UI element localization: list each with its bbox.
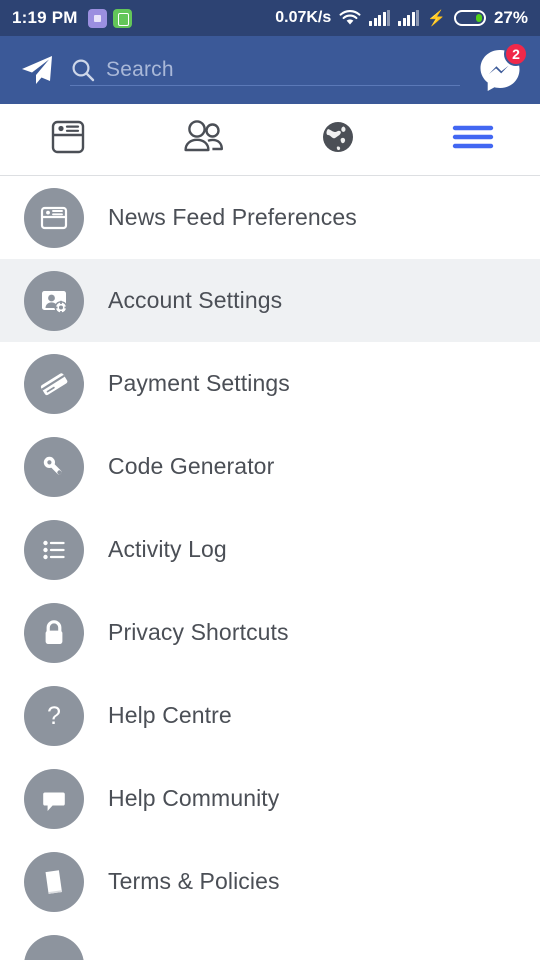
menu-item-label: Account Settings bbox=[108, 287, 283, 313]
menu-item-news-feed-preferences[interactable]: News Feed Preferences bbox=[0, 176, 540, 259]
list-icon bbox=[24, 519, 84, 580]
menu-item-payment-settings[interactable]: Payment Settings bbox=[0, 342, 540, 425]
status-bar: 1:19 PM 0.07K/s ⚡ 27% bbox=[0, 0, 540, 36]
tab-bar bbox=[0, 104, 540, 176]
menu-item-partial[interactable] bbox=[0, 923, 540, 960]
signal-bars-icon-1 bbox=[369, 10, 391, 26]
menu-item-help-community[interactable]: Help Community bbox=[0, 757, 540, 840]
search-icon bbox=[70, 57, 96, 83]
key-icon bbox=[24, 436, 84, 497]
messenger-badge: 2 bbox=[504, 42, 528, 66]
menu-item-label: Code Generator bbox=[108, 453, 275, 479]
menu-item-account-settings[interactable]: Account Settings bbox=[0, 259, 540, 342]
status-bar-right: 0.07K/s ⚡ 27% bbox=[275, 8, 528, 28]
tab-friends[interactable] bbox=[135, 104, 270, 175]
status-bar-time: 1:19 PM bbox=[12, 8, 78, 27]
menu-item-terms-and-policies[interactable]: Terms & Policies bbox=[0, 840, 540, 923]
settings-menu-list: News Feed Preferences Account Settings P… bbox=[0, 176, 540, 960]
chat-bubble-icon bbox=[24, 768, 84, 829]
globe-icon bbox=[318, 117, 358, 162]
friends-icon bbox=[180, 118, 226, 161]
tab-news-feed[interactable] bbox=[0, 104, 135, 175]
menu-item-label: News Feed Preferences bbox=[108, 204, 357, 230]
tab-notifications[interactable] bbox=[270, 104, 405, 175]
messenger-icon[interactable]: 2 bbox=[474, 42, 528, 96]
menu-item-label: Help Community bbox=[108, 785, 280, 811]
green-app-icon bbox=[112, 8, 132, 28]
tab-menu[interactable] bbox=[405, 104, 540, 175]
menu-item-activity-log[interactable]: Activity Log bbox=[0, 508, 540, 591]
svg-text:?: ? bbox=[47, 702, 61, 730]
signal-bars-icon-2 bbox=[398, 10, 420, 26]
search-placeholder: Search bbox=[106, 58, 174, 81]
search-input[interactable]: Search bbox=[70, 48, 460, 92]
menu-item-code-generator[interactable]: Code Generator bbox=[0, 425, 540, 508]
account-settings-icon bbox=[24, 270, 84, 331]
menu-item-privacy-shortcuts[interactable]: Privacy Shortcuts bbox=[0, 591, 540, 674]
charging-bolt-icon: ⚡ bbox=[427, 9, 446, 27]
menu-item-label: Activity Log bbox=[108, 536, 227, 562]
paper-plane-icon[interactable] bbox=[14, 53, 60, 87]
book-icon bbox=[24, 851, 84, 912]
news-feed-card-icon bbox=[24, 187, 84, 248]
menu-item-label: Help Centre bbox=[108, 702, 232, 728]
battery-percent-label: 27% bbox=[493, 8, 528, 27]
status-bar-app-icons bbox=[87, 8, 132, 28]
lock-icon bbox=[24, 602, 84, 663]
network-speed-label: 0.07K/s bbox=[275, 9, 332, 26]
app-header: Search 2 bbox=[0, 36, 540, 104]
question-mark-icon: ? bbox=[24, 685, 84, 746]
menu-item-help-centre[interactable]: ? Help Centre bbox=[0, 674, 540, 757]
purple-app-icon bbox=[87, 8, 107, 28]
news-feed-icon bbox=[48, 118, 88, 161]
menu-item-label: Payment Settings bbox=[108, 370, 290, 396]
battery-icon bbox=[453, 10, 486, 26]
battery-fill bbox=[475, 14, 482, 22]
credit-card-icon bbox=[24, 353, 84, 414]
facebook-menu-screen: 1:19 PM 0.07K/s ⚡ 27% Search 2 News Feed… bbox=[0, 0, 540, 960]
wifi-icon bbox=[339, 9, 361, 27]
hamburger-menu-icon bbox=[451, 121, 495, 158]
menu-item-label: Terms & Policies bbox=[108, 868, 280, 894]
menu-item-label: Privacy Shortcuts bbox=[108, 619, 289, 645]
partial-row-icon bbox=[24, 935, 84, 960]
